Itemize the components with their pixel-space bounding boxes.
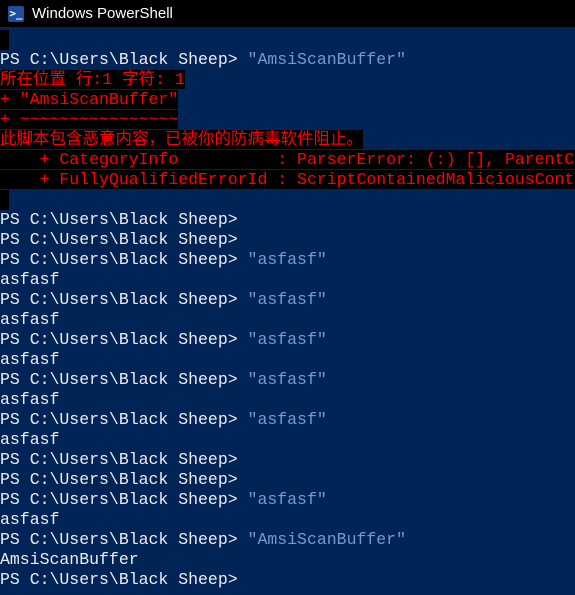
prompt: PS C:\Users\Black Sheep>: [0, 450, 238, 469]
command-string: "asfasf": [247, 250, 327, 269]
window-title: Windows PowerShell: [32, 5, 173, 22]
command-string: "asfasf": [247, 290, 327, 309]
command-string: "asfasf": [247, 490, 327, 509]
console-output-line: asfasf: [0, 510, 575, 530]
command-string: "asfasf": [247, 370, 327, 389]
prompt: PS C:\Users\Black Sheep>: [0, 210, 238, 229]
console-line: [0, 30, 575, 50]
console-line: PS C:\Users\Black Sheep>: [0, 570, 575, 590]
console-line: PS C:\Users\Black Sheep> "asfasf": [0, 490, 575, 510]
output-text: asfasf: [0, 270, 60, 289]
console-line: PS C:\Users\Black Sheep> "AmsiScanBuffer…: [0, 50, 575, 70]
output-text: asfasf: [0, 310, 60, 329]
error-squiggle: + ~~~~~~~~~~~~~~~~: [0, 110, 179, 129]
error-echo: + "AmsiScanBuffer": [0, 90, 179, 109]
title-bar: >_ Windows PowerShell: [0, 0, 575, 27]
error-line: + CategoryInfo : ParserError: (:) [], Pa…: [0, 150, 575, 170]
prompt: PS C:\Users\Black Sheep>: [0, 570, 238, 589]
console-output-line: asfasf: [0, 350, 575, 370]
console-line: [0, 190, 575, 210]
console-line: PS C:\Users\Black Sheep> "asfasf": [0, 290, 575, 310]
prompt: PS C:\Users\Black Sheep>: [0, 250, 238, 269]
command-string: "AmsiScanBuffer": [247, 50, 406, 69]
console-line: PS C:\Users\Black Sheep> "asfasf": [0, 410, 575, 430]
error-line: + ~~~~~~~~~~~~~~~~: [0, 110, 575, 130]
output-text: asfasf: [0, 350, 60, 369]
prompt: PS C:\Users\Black Sheep>: [0, 290, 238, 309]
command-string: "AmsiScanBuffer": [247, 530, 406, 549]
console-line: PS C:\Users\Black Sheep> "asfasf": [0, 250, 575, 270]
prompt: PS C:\Users\Black Sheep>: [0, 490, 238, 509]
error-id: + FullyQualifiedErrorId : ScriptContaine…: [0, 170, 575, 189]
output-text: AmsiScanBuffer: [0, 550, 139, 569]
command-string: "asfasf": [247, 330, 327, 349]
console-output[interactable]: PS C:\Users\Black Sheep> "AmsiScanBuffer…: [0, 30, 575, 595]
console-line: PS C:\Users\Black Sheep>: [0, 210, 575, 230]
prompt: PS C:\Users\Black Sheep>: [0, 230, 238, 249]
powershell-icon: >_: [8, 5, 24, 22]
prompt: PS C:\Users\Black Sheep>: [0, 470, 238, 489]
console-output-line: asfasf: [0, 390, 575, 410]
error-line: 此脚本包含恶意内容，已被你的防病毒软件阻止。: [0, 130, 575, 150]
prompt: PS C:\Users\Black Sheep>: [0, 530, 238, 549]
error-line: + "AmsiScanBuffer": [0, 90, 575, 110]
prompt: PS C:\Users\Black Sheep>: [0, 330, 238, 349]
output-text: asfasf: [0, 510, 60, 529]
output-text: asfasf: [0, 430, 60, 449]
error-position: 所在位置 行:1 字符: 1: [0, 70, 185, 89]
error-line: 所在位置 行:1 字符: 1: [0, 70, 575, 90]
prompt: PS C:\Users\Black Sheep>: [0, 50, 238, 69]
console-line: PS C:\Users\Black Sheep>: [0, 450, 575, 470]
console-output-line: asfasf: [0, 430, 575, 450]
error-category: + CategoryInfo : ParserError: (:) [], Pa…: [0, 150, 575, 169]
console-line: PS C:\Users\Black Sheep> "AmsiScanBuffer…: [0, 530, 575, 550]
console-line: PS C:\Users\Black Sheep> "asfasf": [0, 370, 575, 390]
console-line: PS C:\Users\Black Sheep>: [0, 470, 575, 490]
error-highlight: [0, 30, 9, 50]
error-highlight: [0, 190, 9, 210]
output-text: asfasf: [0, 390, 60, 409]
error-line: + FullyQualifiedErrorId : ScriptContaine…: [0, 170, 575, 190]
console-output-line: asfasf: [0, 270, 575, 290]
prompt: PS C:\Users\Black Sheep>: [0, 410, 238, 429]
error-message: 此脚本包含恶意内容，已被你的防病毒软件阻止。: [0, 130, 363, 149]
console-line: PS C:\Users\Black Sheep> "asfasf": [0, 330, 575, 350]
prompt: PS C:\Users\Black Sheep>: [0, 370, 238, 389]
console-output-line: AmsiScanBuffer: [0, 550, 575, 570]
console-output-line: asfasf: [0, 310, 575, 330]
console-line: PS C:\Users\Black Sheep>: [0, 230, 575, 250]
command-string: "asfasf": [247, 410, 327, 429]
